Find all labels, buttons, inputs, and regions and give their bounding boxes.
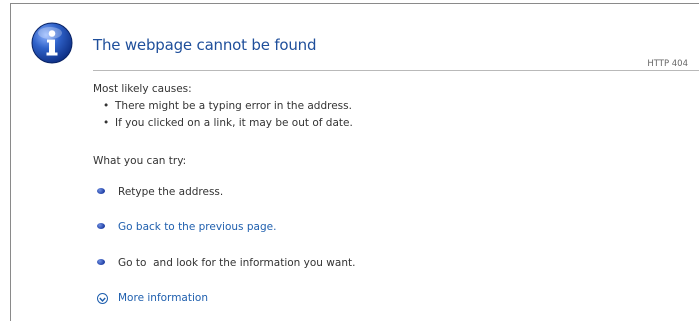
try-item-text: Retype the address. — [118, 186, 224, 198]
causes-heading: Most likely causes: — [93, 83, 192, 95]
bullet-dot: • — [103, 100, 110, 112]
info-icon — [31, 22, 73, 64]
try-item-text: Go to and look for the information you w… — [118, 257, 356, 269]
chevron-down-circle-icon[interactable] — [97, 293, 108, 304]
try-heading: What you can try: — [93, 155, 187, 167]
cause-item: • If you clicked on a link, it may be out… — [103, 117, 353, 129]
bullet-icon — [97, 259, 105, 265]
bullet-icon — [97, 223, 105, 229]
page-title: The webpage cannot be found — [93, 36, 317, 54]
go-back-link[interactable]: Go back to the previous page. — [118, 221, 276, 233]
title-divider — [93, 70, 699, 71]
bullet-icon — [97, 188, 105, 194]
http-status-code: HTTP 404 — [647, 59, 688, 69]
cause-item: • There might be a typing error in the ad… — [103, 100, 352, 112]
error-page-frame: The webpage cannot be found HTTP 404 Mos… — [10, 3, 699, 321]
bullet-dot: • — [103, 117, 110, 129]
more-information-link[interactable]: More information — [118, 292, 208, 304]
